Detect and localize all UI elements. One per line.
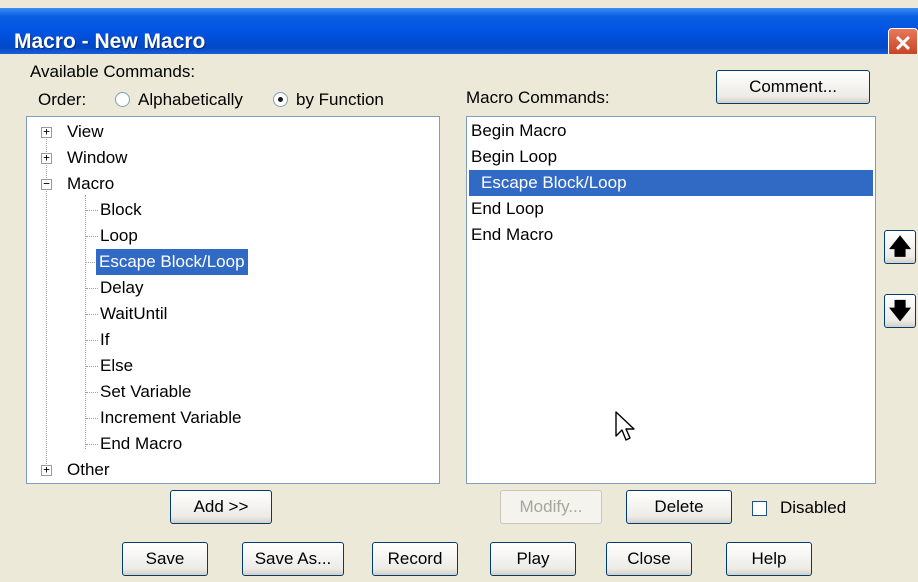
- radio-by-function-label[interactable]: by Function: [296, 90, 384, 110]
- macro-dialog: Macro - New Macro ✕ Available Commands: …: [0, 0, 918, 582]
- close-icon: ✕: [893, 31, 913, 56]
- list-item[interactable]: End Macro: [471, 222, 553, 248]
- move-up-button[interactable]: 🡅: [884, 230, 916, 264]
- list-item-selected[interactable]: Escape Block/Loop: [481, 170, 627, 196]
- arrow-up-icon: 🡅: [888, 234, 912, 259]
- tree-scrollbar[interactable]: ▲ ≡ ▼: [439, 119, 440, 479]
- dialog-body: Available Commands: Order: Alphabeticall…: [0, 54, 918, 582]
- tree-item-label[interactable]: WaitUntil: [100, 301, 167, 327]
- tree-connector: [86, 262, 95, 263]
- tree-connector: [85, 195, 86, 449]
- tree-connector: [86, 236, 98, 237]
- list-item[interactable]: Begin Loop: [471, 144, 557, 170]
- tree-item-label[interactable]: Other: [67, 457, 110, 483]
- close-button[interactable]: Close: [606, 542, 692, 576]
- tree-item-label[interactable]: Increment Variable: [100, 405, 241, 431]
- title-bar[interactable]: Macro - New Macro ✕: [0, 8, 918, 58]
- tree-item-label[interactable]: Loop: [100, 223, 138, 249]
- tree-connector: [86, 210, 98, 211]
- available-commands-tree[interactable]: + View + Window − Macro Block Loop Escap…: [26, 116, 440, 484]
- comment-button[interactable]: Comment...: [716, 70, 870, 104]
- delete-button[interactable]: Delete: [626, 490, 732, 524]
- mouse-pointer-icon: [615, 411, 635, 441]
- tree-connector: [86, 314, 98, 315]
- tree-connector: [86, 392, 98, 393]
- tree-item-label[interactable]: If: [100, 327, 109, 353]
- tree-item-label[interactable]: End Macro: [100, 431, 182, 457]
- tree-connector: [86, 366, 98, 367]
- tree-item-label[interactable]: Block: [100, 197, 142, 223]
- window-title: Macro - New Macro: [14, 30, 206, 53]
- tree-item-label[interactable]: Set Variable: [100, 379, 191, 405]
- list-item[interactable]: Begin Macro: [471, 118, 566, 144]
- collapse-icon[interactable]: −: [41, 178, 52, 190]
- expand-icon[interactable]: +: [41, 152, 52, 164]
- arrow-down-icon: 🡇: [888, 298, 912, 323]
- tree-item-label[interactable]: Else: [100, 353, 133, 379]
- play-button[interactable]: Play: [490, 542, 576, 576]
- add-button[interactable]: Add >>: [170, 490, 272, 524]
- tree-connector: [86, 418, 98, 419]
- tree-item-label[interactable]: Delay: [100, 275, 143, 301]
- tree-connector: [86, 444, 98, 445]
- move-down-button[interactable]: 🡇: [884, 294, 916, 328]
- scroll-up-button[interactable]: ▲: [439, 121, 440, 142]
- radio-alphabetically[interactable]: [115, 92, 130, 107]
- modify-button[interactable]: Modify...: [500, 490, 602, 524]
- scroll-down-button[interactable]: ▼: [439, 457, 440, 478]
- order-label: Order:: [38, 90, 87, 109]
- tree-item-label[interactable]: View: [67, 119, 104, 145]
- expand-icon[interactable]: +: [41, 126, 52, 138]
- scroll-thumb[interactable]: ≡: [439, 201, 440, 433]
- tree-connector: [86, 288, 98, 289]
- save-button[interactable]: Save: [122, 542, 208, 576]
- macro-commands-list[interactable]: Begin Macro Begin Loop Escape Block/Loop…: [466, 116, 876, 484]
- tree-item-label[interactable]: Escape Block/Loop: [96, 249, 248, 275]
- radio-alphabetically-label[interactable]: Alphabetically: [138, 90, 243, 110]
- list-item[interactable]: End Loop: [471, 196, 544, 222]
- available-commands-label: Available Commands:: [30, 62, 196, 81]
- macro-commands-label: Macro Commands:: [466, 88, 610, 107]
- expand-icon[interactable]: +: [41, 464, 52, 476]
- disabled-checkbox[interactable]: [752, 501, 767, 516]
- tree-connector: [86, 340, 98, 341]
- save-as-button[interactable]: Save As...: [242, 542, 344, 576]
- record-button[interactable]: Record: [372, 542, 458, 576]
- help-button[interactable]: Help: [726, 542, 812, 576]
- tree-item-label[interactable]: Macro: [67, 171, 114, 197]
- disabled-checkbox-label[interactable]: Disabled: [780, 498, 846, 518]
- tree-item-label[interactable]: Window: [67, 145, 127, 171]
- radio-by-function[interactable]: [273, 92, 288, 107]
